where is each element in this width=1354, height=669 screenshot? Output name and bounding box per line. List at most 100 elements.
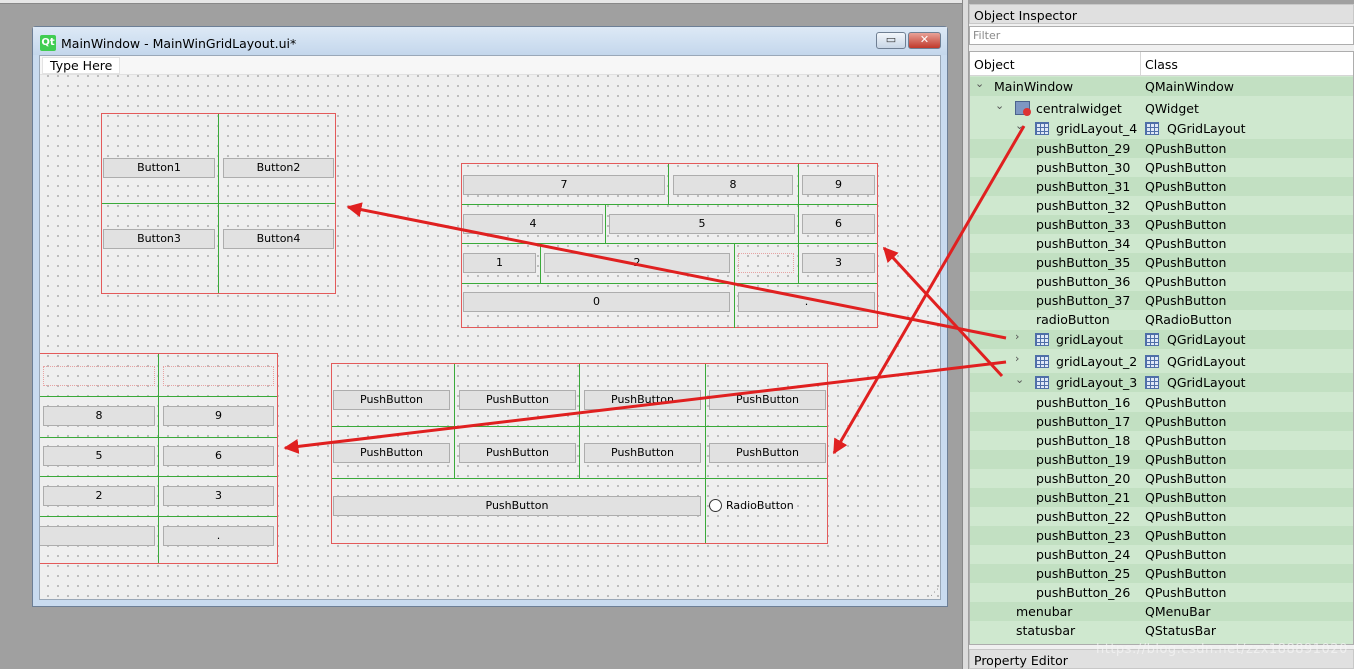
tree-row-class: QPushButton [1145,274,1227,289]
grid-line [579,364,580,478]
key-2[interactable]: 2 [544,253,730,273]
tree-row[interactable]: pushButton_20 QPushButton [970,469,1353,488]
push-button[interactable]: PushButton [459,443,576,463]
column-header-object[interactable]: Object [974,57,1015,72]
grid-layout-2[interactable]: 8 9 5 6 2 3 . [40,353,278,564]
tree-row[interactable]: pushButton_21 QPushButton [970,488,1353,507]
tree-row[interactable]: pushButton_31 QPushButton [970,177,1353,196]
type-here-menu[interactable]: Type Here [42,57,121,74]
resize-grip-icon[interactable]: ⋰ [930,588,940,598]
tree-row[interactable]: pushButton_18 QPushButton [970,431,1353,450]
tree-row-object: gridLayout_2 [1056,354,1138,369]
grid-layout-3[interactable]: 7 8 9 4 5 6 1 2 3 0 . [461,163,878,328]
key-0[interactable]: 0 [463,292,730,312]
push-button-wide[interactable]: PushButton [333,496,701,516]
close-button[interactable]: ✕ [908,32,941,49]
push-button[interactable]: PushButton [584,443,701,463]
expand-arrow-icon[interactable]: ⌄ [995,99,1004,112]
key-3[interactable]: 3 [163,486,274,506]
tree-row[interactable]: pushButton_30 QPushButton [970,158,1353,177]
grid-layout-icon [1145,355,1159,368]
key-8[interactable]: 8 [43,406,155,426]
tree-row[interactable]: pushButton_32 QPushButton [970,196,1353,215]
key-0-clipped[interactable] [40,526,155,546]
form-canvas[interactable]: Type Here Button1 Button2 Button3 Button… [39,55,941,600]
tree-row-class: QGridLayout [1167,121,1246,136]
tree-row-class: QPushButton [1145,395,1227,410]
key-9[interactable]: 9 [802,175,875,195]
key-9[interactable]: 9 [163,406,274,426]
tree-row[interactable]: ⌄ gridLayout_4 QGridLayout [970,119,1353,138]
collapse-arrow-icon[interactable]: › [1015,352,1019,365]
push-button[interactable]: PushButton [459,390,576,410]
grid-layout-4[interactable]: Button1 Button2 Button3 Button4 [101,113,336,294]
tree-row[interactable]: pushButton_24 QPushButton [970,545,1353,564]
key-1[interactable]: 1 [463,253,536,273]
tree-row[interactable]: statusbar QStatusBar [970,621,1353,640]
key-6[interactable]: 6 [163,446,274,466]
key-8[interactable]: 8 [673,175,793,195]
tree-row[interactable]: pushButton_29 QPushButton [970,139,1353,158]
key-2[interactable]: 2 [43,486,155,506]
collapse-arrow-icon[interactable]: › [1015,330,1019,343]
tree-row[interactable]: menubar QMenuBar [970,602,1353,621]
tree-row[interactable]: › gridLayout_2 QGridLayout [970,352,1353,371]
grid-layout-1[interactable]: PushButton PushButton PushButton PushBut… [331,363,828,544]
tree-row[interactable]: radioButton QRadioButton [970,310,1353,329]
key-3[interactable]: 3 [802,253,875,273]
key-7[interactable]: 7 [463,175,665,195]
tree-row[interactable]: pushButton_17 QPushButton [970,412,1353,431]
tree-row[interactable]: pushButton_36 QPushButton [970,272,1353,291]
filter-input[interactable]: Filter [969,26,1354,45]
tree-row[interactable]: pushButton_22 QPushButton [970,507,1353,526]
tree-row[interactable]: pushButton_35 QPushButton [970,253,1353,272]
tree-row-class: QPushButton [1145,255,1227,270]
dock-splitter[interactable] [962,0,968,669]
form-titlebar[interactable]: Qt MainWindow - MainWinGridLayout.ui* ▭ … [33,27,947,55]
column-header-class[interactable]: Class [1145,57,1178,72]
tree-row[interactable]: pushButton_26 QPushButton [970,583,1353,602]
tree-row-class: QPushButton [1145,293,1227,308]
grid-layout-icon [1145,333,1159,346]
tree-row[interactable]: pushButton_33 QPushButton [970,215,1353,234]
push-button[interactable]: PushButton [333,390,450,410]
grid-line [102,203,335,204]
tree-row-class: QMenuBar [1145,604,1211,619]
push-button[interactable]: PushButton [709,390,826,410]
tree-row[interactable]: › gridLayout QGridLayout [970,330,1353,349]
key-4[interactable]: 4 [463,214,603,234]
object-inspector-dock: Object Inspector Filter Object Class ⌄ Ma… [969,4,1354,669]
tree-row[interactable]: pushButton_19 QPushButton [970,450,1353,469]
push-button[interactable]: PushButton [709,443,826,463]
tree-row[interactable]: pushButton_37 QPushButton [970,291,1353,310]
key-dot[interactable]: . [738,292,875,312]
push-button[interactable]: PushButton [584,390,701,410]
tree-row[interactable]: pushButton_23 QPushButton [970,526,1353,545]
tree-row[interactable]: pushButton_34 QPushButton [970,234,1353,253]
tree-row[interactable]: ⌄ MainWindow QMainWindow [970,77,1353,96]
tree-row[interactable]: ⌄ centralwidget QWidget [970,99,1353,118]
tree-row[interactable]: pushButton_16 QPushButton [970,393,1353,412]
tree-row-object: pushButton_23 [1036,528,1131,543]
tree-row-class: QStatusBar [1145,623,1217,638]
tree-row-object: pushButton_35 [1036,255,1131,270]
tree-row[interactable]: ⌄ gridLayout_3 QGridLayout [970,373,1353,392]
push-button[interactable]: PushButton [333,443,450,463]
tree-row[interactable]: pushButton_25 QPushButton [970,564,1353,583]
key-5[interactable]: 5 [609,214,795,234]
key-dot[interactable]: . [163,526,274,546]
button3[interactable]: Button3 [103,229,215,249]
button4[interactable]: Button4 [223,229,334,249]
radio-button-indicator[interactable] [709,499,722,512]
tree-row-class: QPushButton [1145,160,1227,175]
key-6[interactable]: 6 [802,214,875,234]
minimize-button[interactable]: ▭ [876,32,906,49]
button1[interactable]: Button1 [103,158,215,178]
expand-arrow-icon[interactable]: ⌄ [1015,373,1024,386]
expand-arrow-icon[interactable]: ⌄ [975,77,984,90]
button2[interactable]: Button2 [223,158,334,178]
object-tree[interactable]: Object Class ⌄ MainWindow QMainWindow ⌄ cent… [969,51,1354,645]
expand-arrow-icon[interactable]: ⌄ [1015,119,1024,132]
radio-button-label[interactable]: RadioButton [726,499,794,512]
key-5[interactable]: 5 [43,446,155,466]
